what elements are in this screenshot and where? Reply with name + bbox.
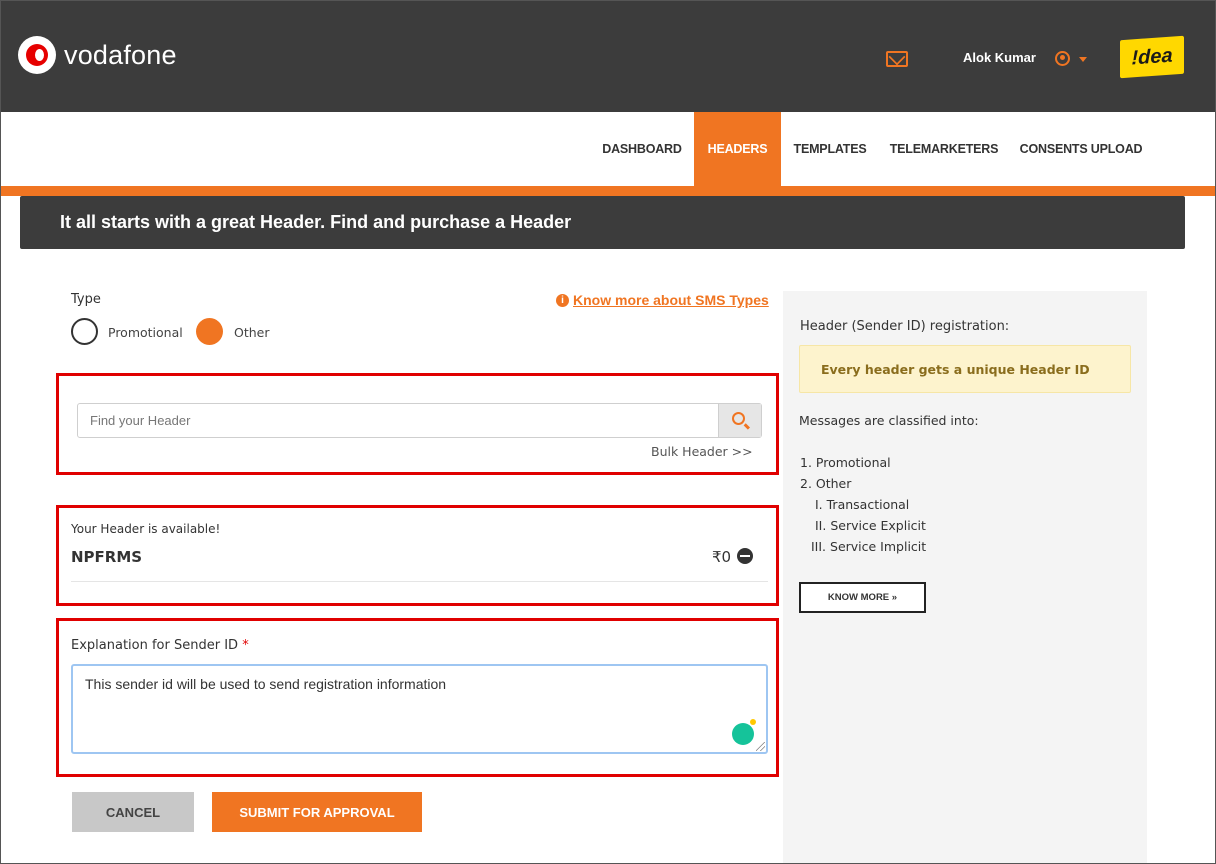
cancel-button[interactable]: CANCEL [72, 792, 194, 832]
list-item: II. Service Explicit [815, 518, 926, 533]
idea-logo: !dea [1120, 35, 1184, 79]
know-more-button[interactable]: KNOW MORE » [799, 582, 926, 613]
required-mark: * [242, 638, 249, 653]
radio-promotional[interactable] [71, 318, 98, 345]
search-button[interactable] [718, 404, 761, 437]
header-search-box [77, 403, 762, 438]
search-icon [732, 412, 745, 425]
mail-icon[interactable] [886, 51, 908, 67]
info-icon: i [556, 293, 569, 307]
radio-promotional-label[interactable]: Promotional [108, 325, 183, 340]
list-item: 2. Other [800, 476, 852, 491]
list-item: 1. Promotional [800, 455, 891, 470]
vodafone-logo[interactable]: vodafone [18, 36, 177, 74]
header-search-input[interactable] [78, 404, 719, 437]
page-title: It all starts with a great Header. Find … [60, 212, 572, 232]
explanation-textarea[interactable] [71, 664, 768, 754]
highlight-availability-section [56, 505, 779, 606]
remove-icon[interactable] [737, 548, 753, 564]
availability-message: Your Header is available! [71, 522, 221, 536]
nav-dashboard[interactable]: DASHBOARD [596, 112, 688, 186]
grammarly-status-dot [750, 719, 756, 725]
user-name[interactable]: Alok Kumar [963, 50, 1036, 65]
submit-for-approval-button[interactable]: SUBMIT FOR APPROVAL [212, 792, 422, 832]
user-icon[interactable] [1055, 51, 1070, 66]
explanation-label-text: Explanation for Sender ID [71, 638, 239, 653]
divider [71, 581, 768, 582]
top-bar: vodafone Alok Kumar !dea [0, 0, 1216, 112]
brand-name: vodafone [64, 39, 177, 70]
page-title-bar: It all starts with a great Header. Find … [20, 196, 1185, 249]
caret-down-icon[interactable] [1079, 57, 1087, 62]
list-item: III. Service Implicit [811, 539, 927, 554]
nav-underline [0, 186, 1216, 196]
vodafone-speechmark-icon [18, 36, 56, 74]
sms-types-link-text: Know more about SMS Types [573, 292, 769, 308]
sms-types-link[interactable]: i Know more about SMS Types [556, 292, 769, 308]
nav-telemarketers[interactable]: TELEMARKETERS [883, 112, 1005, 186]
sidebar-note: Every header gets a unique Header ID [799, 345, 1131, 393]
explanation-label: Explanation for Sender ID * [71, 638, 249, 653]
header-name: NPFRMS [71, 548, 143, 566]
sidebar-classified-label: Messages are classified into: [799, 413, 979, 428]
nav-templates[interactable]: TEMPLATES [787, 112, 873, 186]
radio-other-label[interactable]: Other [234, 325, 270, 340]
nav-headers[interactable]: HEADERS [694, 112, 781, 186]
radio-other[interactable] [196, 318, 223, 345]
nav-consents-upload[interactable]: CONSENTS UPLOAD [1016, 112, 1146, 186]
type-label: Type [71, 292, 101, 307]
sidebar-title: Header (Sender ID) registration: [800, 319, 1010, 334]
grammarly-icon[interactable] [732, 723, 754, 745]
list-item: I. Transactional [815, 497, 910, 512]
bulk-header-link[interactable]: Bulk Header >> [651, 444, 753, 459]
header-price: ₹0 [712, 548, 732, 566]
resize-handle-icon[interactable] [756, 742, 765, 751]
